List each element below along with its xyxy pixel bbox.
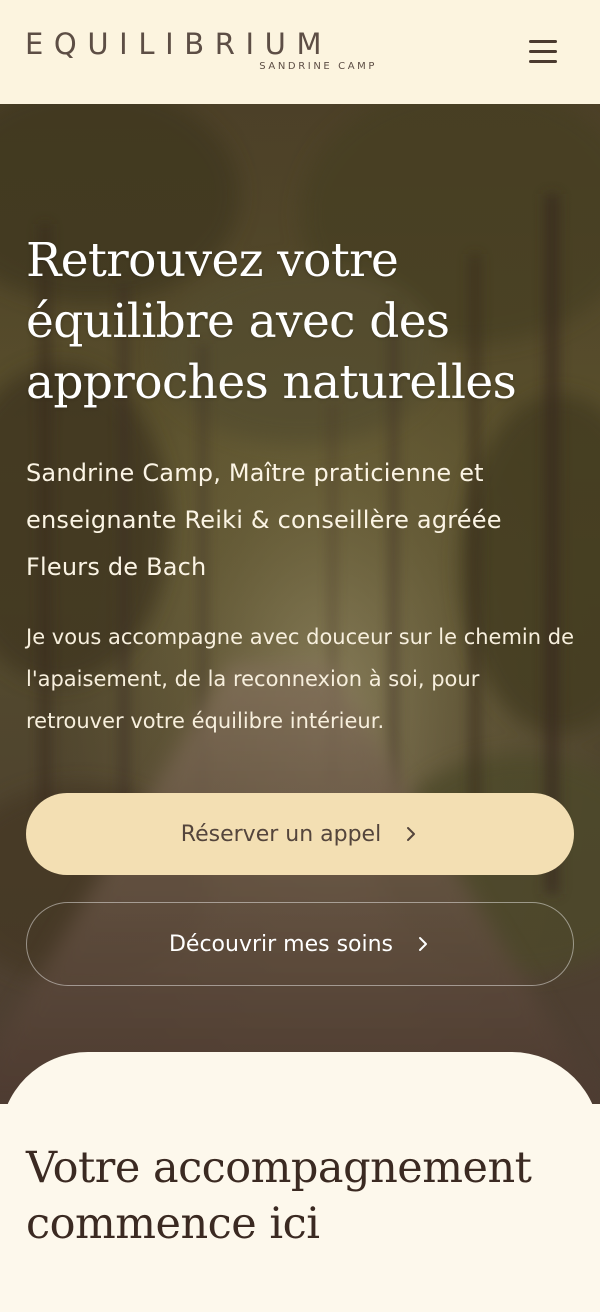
hero-description: Je vous accompagne avec douceur sur le c… <box>26 625 574 733</box>
logo-tagline: SANDRINE CAMP <box>259 61 377 72</box>
logo-wordmark: EQUILIBRIUM <box>25 27 333 61</box>
book-call-button-label: Réserver un appel <box>180 821 382 847</box>
chevron-right-icon <box>407 827 416 841</box>
menu-bar <box>529 40 557 43</box>
book-call-button[interactable]: Réserver un appel <box>26 793 574 875</box>
discover-services-button-label: Découvrir mes soins <box>168 931 394 957</box>
logo[interactable]: EQUILIBRIUM SANDRINE CAMP <box>25 27 377 72</box>
chevron-right-icon <box>419 937 428 951</box>
hero-title: Retrouvez votre équilibre avec des appro… <box>26 233 517 410</box>
menu-bar <box>529 60 557 63</box>
hero-section: Retrouvez votre équilibre avec des appro… <box>0 104 600 1104</box>
section-title: Votre accompagnement commence ici <box>26 1143 532 1249</box>
hero-subtitle: Sandrine Camp, Maître praticienne et ens… <box>26 459 502 581</box>
site-header: EQUILIBRIUM SANDRINE CAMP <box>0 0 600 104</box>
menu-bar <box>529 50 557 53</box>
discover-services-button[interactable]: Découvrir mes soins <box>26 902 574 986</box>
accompaniment-section: Votre accompagnement commence ici <box>0 1052 600 1312</box>
hamburger-menu-icon[interactable] <box>521 31 565 71</box>
